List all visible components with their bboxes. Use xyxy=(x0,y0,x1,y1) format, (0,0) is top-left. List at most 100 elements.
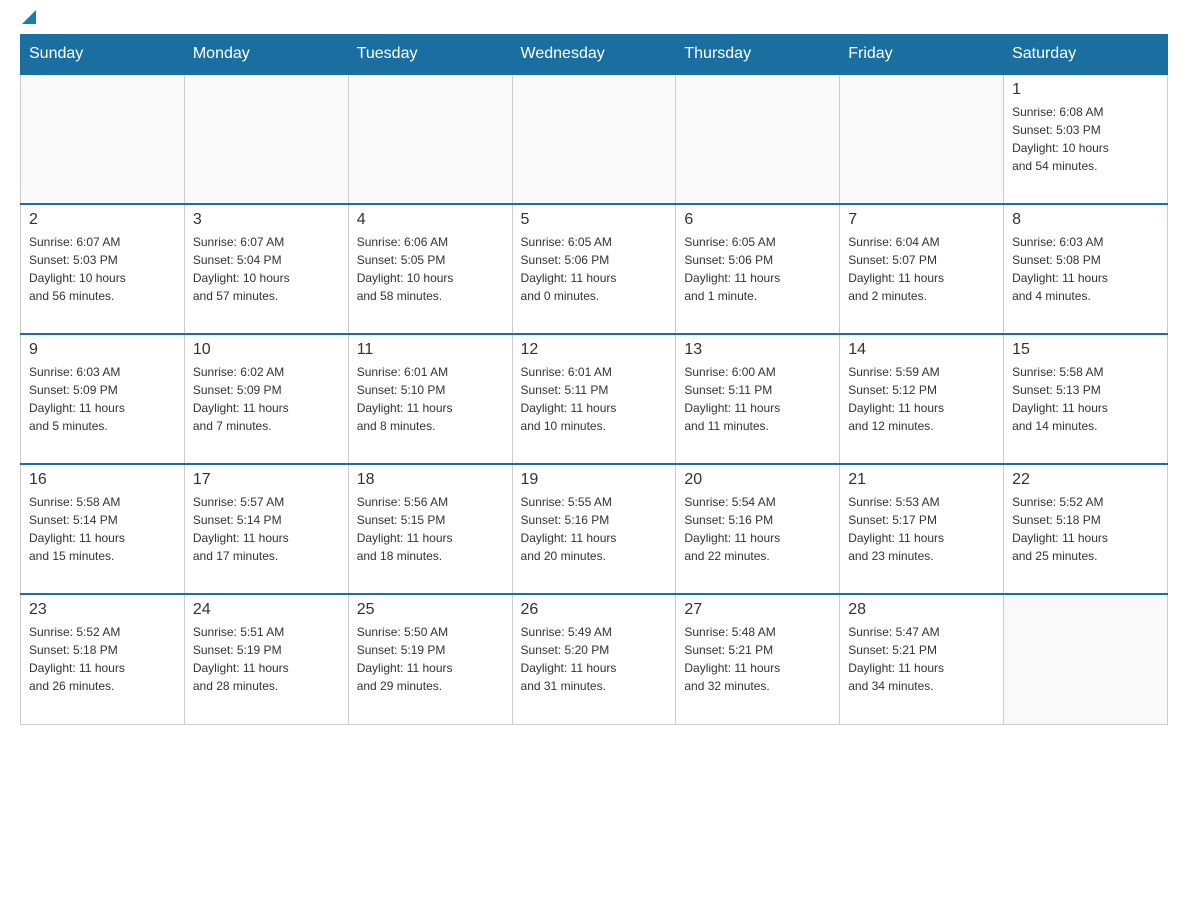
day-info: Sunrise: 5:58 AM Sunset: 5:13 PM Dayligh… xyxy=(1012,363,1159,435)
day-number: 7 xyxy=(848,211,995,229)
table-cell: 10 Sunrise: 6:02 AM Sunset: 5:09 PM Dayli… xyxy=(184,334,348,464)
day-number: 2 xyxy=(29,211,176,229)
day-info: Sunrise: 6:00 AM Sunset: 5:11 PM Dayligh… xyxy=(684,363,831,435)
table-cell: 9 Sunrise: 6:03 AM Sunset: 5:09 PM Daylig… xyxy=(21,334,185,464)
day-info: Sunrise: 5:56 AM Sunset: 5:15 PM Dayligh… xyxy=(357,493,504,565)
table-cell: 4 Sunrise: 6:06 AM Sunset: 5:05 PM Daylig… xyxy=(348,204,512,334)
week-row-3: 9 Sunrise: 6:03 AM Sunset: 5:09 PM Daylig… xyxy=(21,334,1168,464)
day-info: Sunrise: 6:05 AM Sunset: 5:06 PM Dayligh… xyxy=(684,233,831,305)
week-row-4: 16 Sunrise: 5:58 AM Sunset: 5:14 PM Dayli… xyxy=(21,464,1168,594)
table-cell: 1Sunrise: 6:08 AM Sunset: 5:03 PM Daylig… xyxy=(1004,74,1168,204)
table-cell: 5 Sunrise: 6:05 AM Sunset: 5:06 PM Daylig… xyxy=(512,204,676,334)
day-info: Sunrise: 6:02 AM Sunset: 5:09 PM Dayligh… xyxy=(193,363,340,435)
day-number: 12 xyxy=(521,341,668,359)
header-sunday: Sunday xyxy=(21,35,185,75)
day-number: 14 xyxy=(848,341,995,359)
table-cell xyxy=(184,74,348,204)
day-info: Sunrise: 5:53 AM Sunset: 5:17 PM Dayligh… xyxy=(848,493,995,565)
table-cell xyxy=(1004,594,1168,724)
day-number: 25 xyxy=(357,601,504,619)
day-info: Sunrise: 5:52 AM Sunset: 5:18 PM Dayligh… xyxy=(29,623,176,695)
week-row-1: 1Sunrise: 6:08 AM Sunset: 5:03 PM Daylig… xyxy=(21,74,1168,204)
table-cell: 21 Sunrise: 5:53 AM Sunset: 5:17 PM Dayli… xyxy=(840,464,1004,594)
day-number: 17 xyxy=(193,471,340,489)
day-number: 16 xyxy=(29,471,176,489)
table-cell: 28 Sunrise: 5:47 AM Sunset: 5:21 PM Dayli… xyxy=(840,594,1004,724)
header-wednesday: Wednesday xyxy=(512,35,676,75)
table-cell: 19 Sunrise: 5:55 AM Sunset: 5:16 PM Dayli… xyxy=(512,464,676,594)
day-number: 28 xyxy=(848,601,995,619)
table-cell: 7 Sunrise: 6:04 AM Sunset: 5:07 PM Daylig… xyxy=(840,204,1004,334)
day-number: 9 xyxy=(29,341,176,359)
week-row-2: 2 Sunrise: 6:07 AM Sunset: 5:03 PM Daylig… xyxy=(21,204,1168,334)
table-cell xyxy=(21,74,185,204)
page-header xyxy=(20,20,1168,24)
day-info: Sunrise: 5:51 AM Sunset: 5:19 PM Dayligh… xyxy=(193,623,340,695)
table-cell: 17 Sunrise: 5:57 AM Sunset: 5:14 PM Dayli… xyxy=(184,464,348,594)
table-cell: 18 Sunrise: 5:56 AM Sunset: 5:15 PM Dayli… xyxy=(348,464,512,594)
table-cell: 24 Sunrise: 5:51 AM Sunset: 5:19 PM Dayli… xyxy=(184,594,348,724)
day-info: Sunrise: 5:49 AM Sunset: 5:20 PM Dayligh… xyxy=(521,623,668,695)
week-row-5: 23 Sunrise: 5:52 AM Sunset: 5:18 PM Dayli… xyxy=(21,594,1168,724)
day-number: 19 xyxy=(521,471,668,489)
day-info: Sunrise: 6:03 AM Sunset: 5:08 PM Dayligh… xyxy=(1012,233,1159,305)
header-friday: Friday xyxy=(840,35,1004,75)
day-number: 11 xyxy=(357,341,504,359)
logo-triangle-icon xyxy=(22,10,36,24)
table-cell: 8 Sunrise: 6:03 AM Sunset: 5:08 PM Daylig… xyxy=(1004,204,1168,334)
day-number: 22 xyxy=(1012,471,1159,489)
table-cell: 14 Sunrise: 5:59 AM Sunset: 5:12 PM Dayli… xyxy=(840,334,1004,464)
table-cell: 6 Sunrise: 6:05 AM Sunset: 5:06 PM Daylig… xyxy=(676,204,840,334)
table-cell: 16 Sunrise: 5:58 AM Sunset: 5:14 PM Dayli… xyxy=(21,464,185,594)
day-info: Sunrise: 6:04 AM Sunset: 5:07 PM Dayligh… xyxy=(848,233,995,305)
day-number: 23 xyxy=(29,601,176,619)
day-number: 6 xyxy=(684,211,831,229)
day-info: Sunrise: 5:55 AM Sunset: 5:16 PM Dayligh… xyxy=(521,493,668,565)
day-number: 10 xyxy=(193,341,340,359)
day-number: 21 xyxy=(848,471,995,489)
day-info: Sunrise: 6:01 AM Sunset: 5:11 PM Dayligh… xyxy=(521,363,668,435)
day-number: 18 xyxy=(357,471,504,489)
calendar-header-row: Sunday Monday Tuesday Wednesday Thursday… xyxy=(21,35,1168,75)
day-number: 3 xyxy=(193,211,340,229)
day-info: Sunrise: 5:52 AM Sunset: 5:18 PM Dayligh… xyxy=(1012,493,1159,565)
day-number: 4 xyxy=(357,211,504,229)
table-cell: 23 Sunrise: 5:52 AM Sunset: 5:18 PM Dayli… xyxy=(21,594,185,724)
calendar-table: Sunday Monday Tuesday Wednesday Thursday… xyxy=(20,34,1168,725)
day-info: Sunrise: 5:59 AM Sunset: 5:12 PM Dayligh… xyxy=(848,363,995,435)
day-info: Sunrise: 6:08 AM Sunset: 5:03 PM Dayligh… xyxy=(1012,103,1159,175)
day-number: 20 xyxy=(684,471,831,489)
header-saturday: Saturday xyxy=(1004,35,1168,75)
table-cell xyxy=(512,74,676,204)
day-number: 13 xyxy=(684,341,831,359)
table-cell: 13 Sunrise: 6:00 AM Sunset: 5:11 PM Dayli… xyxy=(676,334,840,464)
table-cell xyxy=(840,74,1004,204)
day-number: 5 xyxy=(521,211,668,229)
day-number: 8 xyxy=(1012,211,1159,229)
table-cell xyxy=(676,74,840,204)
table-cell: 3 Sunrise: 6:07 AM Sunset: 5:04 PM Daylig… xyxy=(184,204,348,334)
day-info: Sunrise: 6:05 AM Sunset: 5:06 PM Dayligh… xyxy=(521,233,668,305)
day-number: 26 xyxy=(521,601,668,619)
day-info: Sunrise: 6:06 AM Sunset: 5:05 PM Dayligh… xyxy=(357,233,504,305)
day-info: Sunrise: 5:47 AM Sunset: 5:21 PM Dayligh… xyxy=(848,623,995,695)
table-cell xyxy=(348,74,512,204)
header-thursday: Thursday xyxy=(676,35,840,75)
day-info: Sunrise: 6:03 AM Sunset: 5:09 PM Dayligh… xyxy=(29,363,176,435)
day-number: 24 xyxy=(193,601,340,619)
table-cell: 26 Sunrise: 5:49 AM Sunset: 5:20 PM Dayli… xyxy=(512,594,676,724)
table-cell: 25Sunrise: 5:50 AM Sunset: 5:19 PM Dayli… xyxy=(348,594,512,724)
day-info: Sunrise: 5:54 AM Sunset: 5:16 PM Dayligh… xyxy=(684,493,831,565)
day-info: Sunrise: 5:58 AM Sunset: 5:14 PM Dayligh… xyxy=(29,493,176,565)
day-info: Sunrise: 6:07 AM Sunset: 5:03 PM Dayligh… xyxy=(29,233,176,305)
header-monday: Monday xyxy=(184,35,348,75)
table-cell: 22 Sunrise: 5:52 AM Sunset: 5:18 PM Dayli… xyxy=(1004,464,1168,594)
day-number: 15 xyxy=(1012,341,1159,359)
day-info: Sunrise: 5:48 AM Sunset: 5:21 PM Dayligh… xyxy=(684,623,831,695)
table-cell: 15 Sunrise: 5:58 AM Sunset: 5:13 PM Dayli… xyxy=(1004,334,1168,464)
day-number: 27 xyxy=(684,601,831,619)
header-tuesday: Tuesday xyxy=(348,35,512,75)
table-cell: 27 Sunrise: 5:48 AM Sunset: 5:21 PM Dayli… xyxy=(676,594,840,724)
day-info: Sunrise: 6:07 AM Sunset: 5:04 PM Dayligh… xyxy=(193,233,340,305)
day-info: Sunrise: 5:57 AM Sunset: 5:14 PM Dayligh… xyxy=(193,493,340,565)
